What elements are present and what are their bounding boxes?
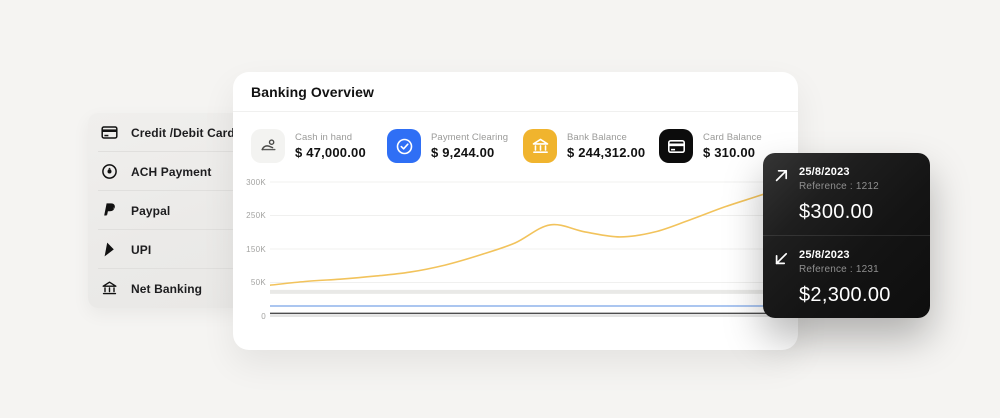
sidebar-item-paypal[interactable]: Paypal <box>88 191 243 230</box>
sidebar-item-label: Net Banking <box>131 282 202 296</box>
card-header: Banking Overview <box>233 72 798 112</box>
stat-label: Cash in hand <box>295 132 366 143</box>
credit-card-icon <box>659 129 693 163</box>
ach-circle-icon <box>101 163 118 180</box>
stat-bank-balance: Bank Balance $ 244,312.00 <box>523 129 653 163</box>
stat-value: $ 47,000.00 <box>295 145 366 160</box>
stat-value: $ 244,312.00 <box>567 145 645 160</box>
balance-line-chart: 300K 250K 150K 50K 0 <box>233 177 798 322</box>
transaction-row-incoming[interactable]: 25/8/2023 Reference : 1231 $2,300.00 <box>763 236 930 318</box>
transaction-reference: Reference : 1212 <box>799 181 879 192</box>
stat-label: Payment Clearing <box>431 132 508 143</box>
stat-value: $ 9,244.00 <box>431 145 508 160</box>
credit-card-icon <box>101 124 118 141</box>
y-axis-tick-label: 300K <box>246 178 266 187</box>
transactions-card: 25/8/2023 Reference : 1212 $300.00 25/8/… <box>763 153 930 318</box>
sidebar-item-net-banking[interactable]: Net Banking <box>88 269 243 308</box>
y-axis-tick-label: 50K <box>251 278 266 287</box>
y-axis-tick-label: 250K <box>246 211 266 220</box>
y-axis-tick-label: 150K <box>246 245 266 254</box>
sidebar-item-label: Paypal <box>131 204 170 218</box>
transaction-row-outgoing[interactable]: 25/8/2023 Reference : 1212 $300.00 <box>763 153 930 235</box>
page-title: Banking Overview <box>251 84 374 100</box>
arrow-up-right-icon <box>773 167 790 184</box>
app: { "colors": { "page_bg": "#f5f4f2", "acc… <box>0 0 1000 418</box>
cash-in-hand-icon <box>251 129 285 163</box>
paypal-icon <box>101 202 118 219</box>
sidebar-item-label: UPI <box>131 243 151 257</box>
sidebar-item-ach-payment[interactable]: ACH Payment <box>88 152 243 191</box>
transaction-date: 25/8/2023 <box>799 166 879 178</box>
transaction-reference: Reference : 1231 <box>799 264 891 275</box>
sidebar-item-credit-debit-card[interactable]: Credit /Debit Card <box>88 113 243 152</box>
y-axis-tick-label: 0 <box>261 312 266 321</box>
sidebar-item-label: Credit /Debit Card <box>131 126 235 140</box>
check-circle-icon <box>387 129 421 163</box>
stat-cash-in-hand: Cash in hand $ 47,000.00 <box>251 129 381 163</box>
stat-label: Card Balance <box>703 132 762 143</box>
arrow-down-left-icon <box>773 250 790 267</box>
chart-plot-area <box>270 177 795 322</box>
stat-payment-clearing: Payment Clearing $ 9,244.00 <box>387 129 517 163</box>
sidebar-item-upi[interactable]: UPI <box>88 230 243 269</box>
transaction-amount: $300.00 <box>799 201 879 224</box>
banking-overview-card: Banking Overview Cash in hand $ 47,000.0… <box>233 72 798 350</box>
bank-icon <box>101 280 118 297</box>
stat-value: $ 310.00 <box>703 145 762 160</box>
chart-y-axis: 300K 250K 150K 50K 0 <box>233 177 266 322</box>
transaction-amount: $2,300.00 <box>799 284 891 307</box>
sidebar-item-label: ACH Payment <box>131 165 211 179</box>
bank-icon <box>523 129 557 163</box>
upi-arrow-icon <box>101 241 118 258</box>
transaction-date: 25/8/2023 <box>799 249 891 261</box>
stat-label: Bank Balance <box>567 132 645 143</box>
payment-methods-sidebar: Credit /Debit Card ACH Payment Paypal UP… <box>88 113 243 308</box>
